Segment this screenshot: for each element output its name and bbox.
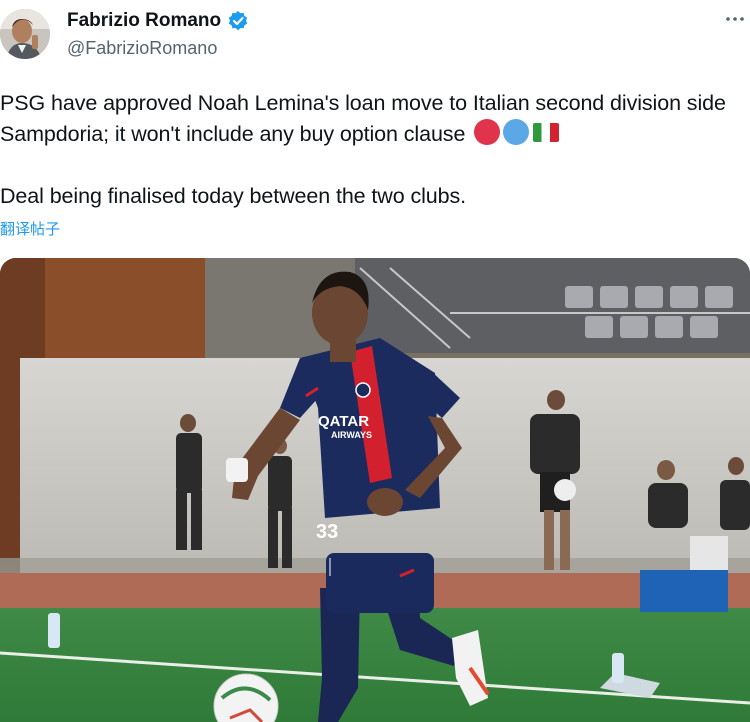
tweet-media-image[interactable]: QATAR AIRWAYS 33 [0,258,750,722]
red-circle-emoji-icon [474,119,501,145]
sponsor-subtext: AIRWAYS [331,430,372,440]
more-options-icon[interactable] [724,8,746,30]
football-player-photo-icon: QATAR AIRWAYS 33 [0,258,750,722]
tweet-paragraph-1-text: PSG have approved Noah Lemina's loan mov… [0,91,726,146]
translate-post-link[interactable]: 翻译帖子 [0,220,60,240]
avatar[interactable] [0,9,50,59]
tweet-paragraph-1: PSG have approved Noah Lemina's loan mov… [0,88,750,150]
user-handle[interactable]: @FabrizioRomano [67,37,217,59]
display-name-row: Fabrizio Romano [67,9,249,33]
tweet-header: Fabrizio Romano @FabrizioRomano [0,0,750,70]
tweet-paragraph-2: Deal being finalised today between the t… [0,184,467,208]
blue-circle-emoji-icon [503,119,530,145]
italy-flag-emoji-icon [533,123,560,142]
display-name[interactable]: Fabrizio Romano [67,9,221,33]
avatar-icon [0,9,50,59]
shirt-number: 33 [316,521,338,543]
tweet-text: PSG have approved Noah Lemina's loan mov… [0,88,750,212]
sponsor-text: QATAR [318,413,369,430]
verified-badge-icon [227,10,249,32]
